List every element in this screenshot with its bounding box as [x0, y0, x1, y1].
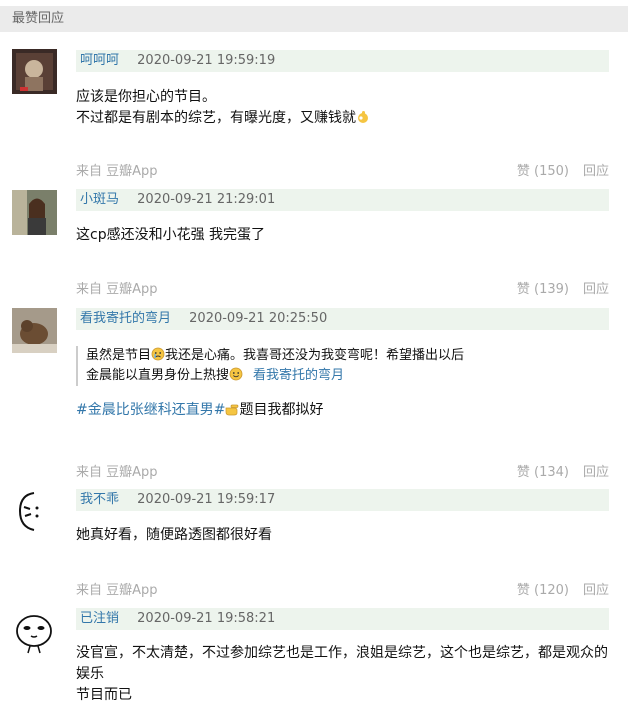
source-label: 来自 豆瓣App: [76, 465, 158, 480]
source-label: 来自 豆瓣App: [76, 583, 158, 598]
comment-body: 这cp感还没和小花强 我完蛋了: [76, 225, 616, 246]
username-link[interactable]: 看我寄托的弯月: [80, 311, 171, 326]
comment-line: 节目而已: [76, 687, 132, 703]
comment-meta: 我不乖 2020-09-21 19:59:17: [76, 489, 609, 511]
comment-body: 她真好看，随便路透图都很好看: [76, 525, 616, 546]
vote-button[interactable]: 赞 (120): [517, 583, 569, 598]
comment-line: 没官宣，不太清楚，不过参加综艺也是工作，浪姐是综艺，这个也是综艺，都是观众的娱乐: [76, 645, 608, 682]
username-link[interactable]: 我不乖: [80, 492, 119, 507]
username-link[interactable]: 呵呵呵: [80, 53, 119, 68]
section-header: 最赞回应: [0, 6, 628, 32]
comment-body: 应该是你担心的节目。 不过都是有剧本的综艺，有曝光度，又赚钱就: [76, 87, 616, 129]
comment-body: 没官宣，不太清楚，不过参加综艺也是工作，浪姐是综艺，这个也是综艺，都是观众的娱乐…: [76, 643, 616, 706]
quoted-reply: 虽然是节目 我还是心痛。我喜哥还没为我变弯呢！希望播出以后 金晨能以直男身份上热搜…: [76, 346, 616, 386]
username-link[interactable]: 小斑马: [80, 192, 119, 207]
quote-author-link[interactable]: 看我寄托的弯月: [253, 368, 344, 383]
comment-meta: 看我寄托的弯月 2020-09-21 20:25:50: [76, 308, 609, 330]
avatar[interactable]: [12, 609, 57, 654]
avatar[interactable]: [12, 49, 57, 94]
comment-footer: 来自 豆瓣App 赞 (139) 回应: [76, 280, 609, 300]
reply-button[interactable]: 回应: [583, 583, 609, 598]
source-label: 来自 豆瓣App: [76, 164, 158, 179]
comment-footer: 来自 豆瓣App 赞 (134) 回应: [76, 463, 609, 483]
comment-line: 不过都是有剧本的综艺，有曝光度，又赚钱就: [76, 108, 616, 129]
timestamp: 2020-09-21 21:29:01: [137, 192, 276, 207]
comment-line: 她真好看，随便路透图都很好看: [76, 527, 272, 543]
avatar[interactable]: [12, 190, 57, 235]
avatar[interactable]: [12, 308, 57, 353]
comment-line: #金晨比张继科还直男# 题目我都拟好: [76, 402, 324, 418]
comment-footer: 来自 豆瓣App 赞 (120) 回应: [76, 581, 609, 601]
username-link[interactable]: 已注销: [80, 611, 119, 626]
reply-button[interactable]: 回应: [583, 465, 609, 480]
vote-button[interactable]: 赞 (139): [517, 282, 569, 297]
timestamp: 2020-09-21 19:59:19: [137, 53, 276, 68]
comment-meta: 小斑马 2020-09-21 21:29:01: [76, 189, 609, 211]
comment-meta: 已注销 2020-09-21 19:58:21: [76, 608, 609, 630]
source-label: 来自 豆瓣App: [76, 282, 158, 297]
comment-line: 应该是你担心的节目。: [76, 89, 216, 105]
timestamp: 2020-09-21 20:25:50: [189, 311, 328, 326]
hashtag-link[interactable]: #金晨比张继科还直男#: [76, 402, 225, 418]
crying-face-emoji-icon: [151, 347, 165, 361]
comment-footer: 来自 豆瓣App 赞 (150) 回应: [76, 162, 609, 182]
timestamp: 2020-09-21 19:58:21: [137, 611, 276, 626]
ok-hand-emoji-icon: [356, 110, 370, 124]
comment-line: 这cp感还没和小花强 我完蛋了: [76, 227, 266, 243]
reply-button[interactable]: 回应: [583, 282, 609, 297]
pointing-hand-emoji-icon: [225, 402, 239, 416]
vote-button[interactable]: 赞 (150): [517, 164, 569, 179]
avatar[interactable]: [12, 489, 57, 534]
reply-button[interactable]: 回应: [583, 164, 609, 179]
comment-meta: 呵呵呵 2020-09-21 19:59:19: [76, 50, 609, 72]
vote-button[interactable]: 赞 (134): [517, 465, 569, 480]
comment-body: 虽然是节目 我还是心痛。我喜哥还没为我变弯呢！希望播出以后 金晨能以直男身份上热搜…: [76, 346, 616, 421]
smile-emoji-icon: [229, 367, 243, 381]
timestamp: 2020-09-21 19:59:17: [137, 492, 276, 507]
